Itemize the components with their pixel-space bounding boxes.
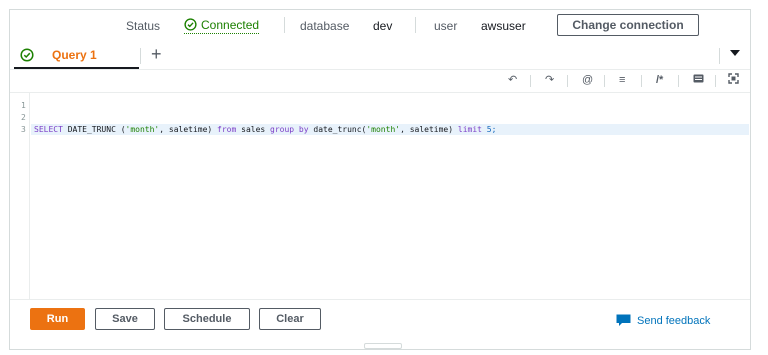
feedback-icon <box>616 314 631 326</box>
tab-label: Query 1 <box>52 48 97 62</box>
connection-status: Connected <box>184 16 260 34</box>
code-token: group by <box>270 125 309 134</box>
send-feedback-label: Send feedback <box>637 314 711 327</box>
undo-icon[interactable]: ↶ <box>508 73 517 87</box>
resize-handle[interactable] <box>364 343 402 349</box>
keyboard-icon[interactable] <box>693 73 704 87</box>
user-label: user <box>434 19 458 33</box>
send-feedback-link[interactable]: Send feedback <box>616 314 710 327</box>
editor-toolbar: ↶ ↷ @ ≡ /* <box>10 70 750 92</box>
query-tabs: Query 1 + <box>10 42 750 70</box>
divider <box>415 17 416 33</box>
schedule-button[interactable]: Schedule <box>164 308 250 330</box>
format-icon[interactable]: ≡ <box>619 73 625 87</box>
divider <box>678 75 679 87</box>
run-button[interactable]: Run <box>30 308 85 330</box>
query-editor-panel: Status Connected database dev user awsus… <box>9 9 751 350</box>
code-token: SELECT <box>34 125 68 134</box>
divider <box>719 48 720 64</box>
code-token: , saletime) <box>400 125 458 134</box>
database-value: dev <box>373 19 393 33</box>
redo-icon[interactable]: ↷ <box>545 73 554 87</box>
editor-actions: Run Save Schedule Clear Send feedback <box>10 300 750 350</box>
code-token: limit <box>457 125 482 134</box>
user-value: awsuser <box>481 19 526 33</box>
check-circle-icon <box>184 18 197 31</box>
code-line[interactable]: SELECT DATE_TRUNC ('month', saletime) fr… <box>34 124 496 135</box>
code-token: 'month' <box>366 125 401 134</box>
find-icon[interactable]: @ <box>582 73 593 87</box>
divider <box>715 75 716 87</box>
code-token: DATE_TRUNC <box>67 125 121 134</box>
divider <box>140 48 141 64</box>
check-circle-icon <box>20 48 34 62</box>
comment-icon[interactable]: /* <box>656 73 663 87</box>
change-connection-button[interactable]: Change connection <box>557 14 699 36</box>
tab-query-1[interactable]: Query 1 <box>14 42 139 69</box>
divider <box>641 75 642 87</box>
divider <box>567 75 568 87</box>
line-number: 1 <box>21 101 26 110</box>
code-token: sales <box>236 125 271 134</box>
fullscreen-icon[interactable] <box>728 73 739 88</box>
line-number: 3 <box>21 125 26 134</box>
tabs-menu-icon[interactable] <box>730 50 740 56</box>
code-token: date_trunc( <box>308 125 367 134</box>
line-number: 2 <box>21 113 26 122</box>
code-token: 'month' <box>125 125 160 134</box>
add-tab-icon[interactable]: + <box>151 44 162 64</box>
database-label: database <box>300 19 350 33</box>
code-token: from <box>217 125 237 134</box>
line-number-gutter: 1 2 3 <box>10 93 30 299</box>
divider <box>604 75 605 87</box>
status-label: Status <box>126 19 161 33</box>
divider <box>284 17 285 33</box>
save-button[interactable]: Save <box>95 308 155 330</box>
divider <box>530 75 531 87</box>
code-token: , saletime) <box>159 125 218 134</box>
code-token: 5; <box>481 125 497 134</box>
sql-editor[interactable]: 1 2 3 SELECT DATE_TRUNC ('month', saleti… <box>10 92 750 300</box>
status-value: Connected <box>201 17 260 32</box>
clear-button[interactable]: Clear <box>259 308 321 330</box>
connection-status-bar: Status Connected database dev user awsus… <box>10 10 750 40</box>
